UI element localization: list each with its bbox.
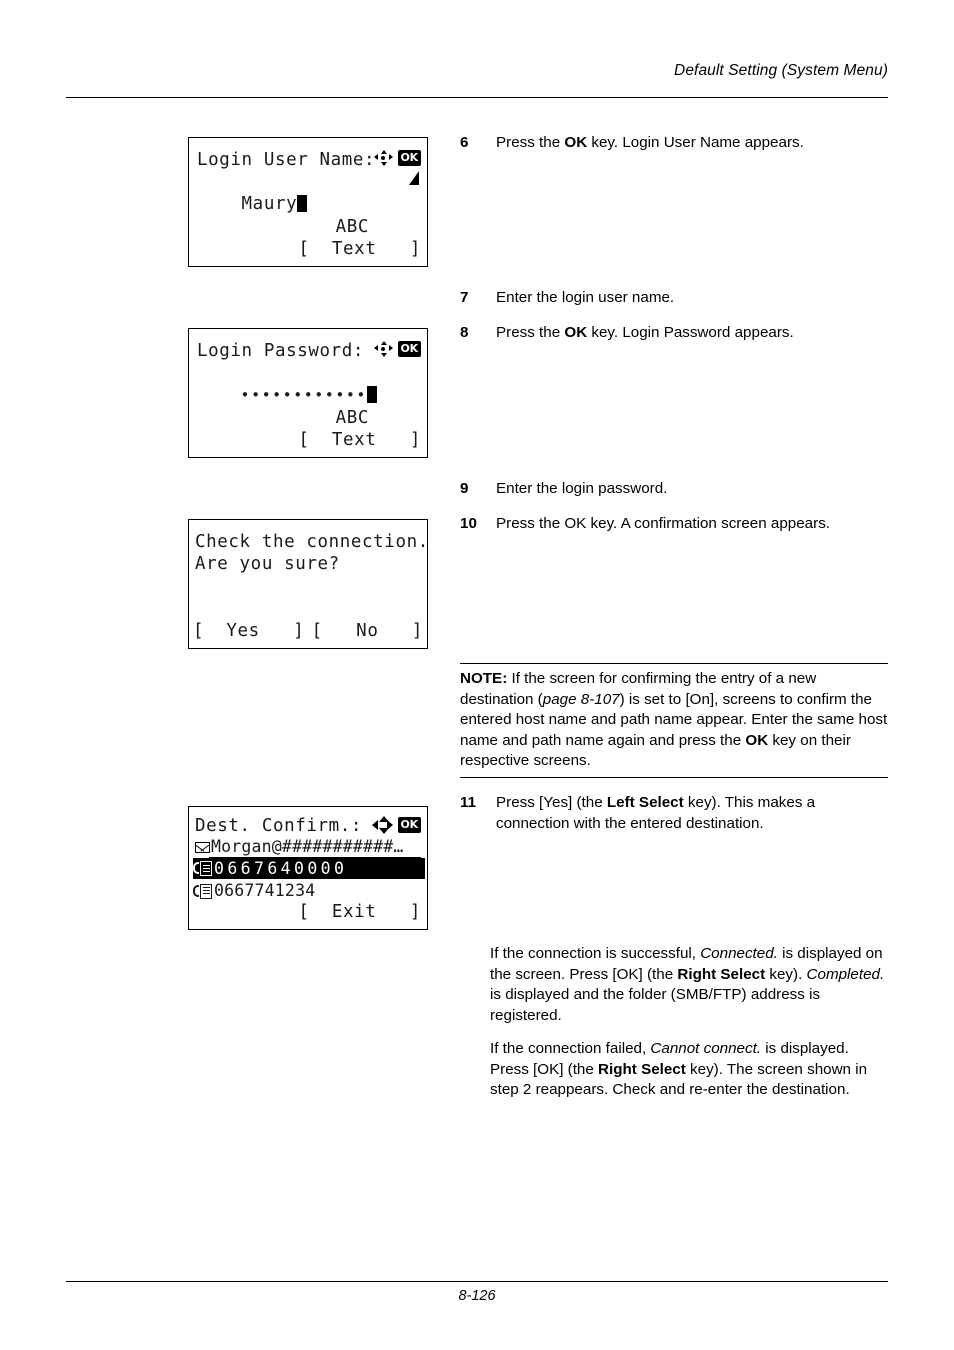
step-text: Press the OK key. Login User Name appear…	[496, 133, 888, 154]
lcd-login-password: Login Password: OK •••••••••••• ABC [ Te…	[188, 328, 428, 458]
note-label: NOTE:	[460, 670, 508, 687]
step-text-pre: Press the	[496, 324, 565, 341]
four-way-arrow-icon	[373, 341, 393, 357]
failure-cannot-connect-emphasis: Cannot connect.	[650, 1040, 762, 1057]
lcd2-status-icons: OK	[373, 341, 421, 357]
step-9: 9 Enter the login password.	[460, 479, 888, 500]
ok-key-icon: OK	[397, 817, 421, 833]
lcd1-user-name-value: Maury	[241, 194, 298, 214]
lcd3-message-line1: Check the connection.	[195, 532, 429, 552]
fax-icon	[193, 861, 213, 876]
failure-part1: If the connection failed,	[490, 1040, 651, 1057]
failure-right-select-key: Right Select	[598, 1060, 686, 1078]
dest-list-item-fax-selected[interactable]: 0667640000	[193, 858, 425, 879]
step-number: 8	[460, 324, 469, 341]
step-8: 8 Press the OK key. Login Password appea…	[460, 323, 888, 344]
ok-key-icon: OK	[397, 150, 421, 166]
lcd2-password-mask: ••••••••••••	[240, 386, 367, 404]
dest-list-item-fax[interactable]: 0667741234	[193, 880, 315, 902]
step-6: 6 Press the OK key. Login User Name appe…	[460, 133, 888, 154]
lcd1-status-icons: OK	[373, 150, 421, 166]
step-10: 10 Press the OK key. A confirmation scre…	[460, 514, 888, 535]
step-number: 6	[460, 134, 469, 151]
success-completed-emphasis: Completed.	[806, 965, 885, 983]
page-header: Default Setting (System Menu)	[66, 62, 888, 98]
step-text-pre: Press the	[496, 134, 565, 151]
step-text-bold: OK	[564, 134, 588, 151]
success-part1: If the connection is successful,	[490, 945, 701, 962]
four-way-arrow-icon	[371, 816, 393, 834]
lcd3-soft-key-no[interactable]: [ No ]	[312, 620, 423, 642]
step-11: 11 Press [Yes] (the Left Select key). Th…	[460, 793, 888, 834]
running-title: Default Setting (System Menu)	[674, 62, 888, 79]
lcd2-input-mode: ABC	[335, 408, 369, 428]
step-text: Press the OK key. Login Password appears…	[496, 323, 888, 344]
lcd-dest-confirm: Dest. Confirm.: OK Morgan@###########… 0…	[188, 806, 428, 930]
success-connected-emphasis: Connected.	[700, 945, 778, 962]
note-text: NOTE: If the screen for confirming the e…	[460, 664, 888, 777]
lcd3-soft-key-yes[interactable]: [ Yes ]	[193, 620, 304, 642]
step-text-bold: OK	[564, 324, 588, 341]
page-number: 8-126	[458, 1288, 496, 1304]
success-part3: key).	[765, 965, 807, 983]
text-cursor	[297, 195, 308, 212]
header-rule	[66, 97, 888, 98]
step-text-post: key. Login Password appears.	[587, 324, 794, 341]
dest-item-text: 0667640000	[214, 858, 348, 878]
step-text-pre: Press [Yes] (the	[496, 794, 607, 811]
dest-item-text: 0667741234	[214, 881, 316, 900]
paragraph-connection-failure: If the connection failed, Cannot connect…	[490, 1039, 888, 1101]
lcd2-soft-key-text[interactable]: [ Text ]	[299, 429, 422, 451]
note-page-reference: page 8-107	[542, 690, 620, 708]
lcd-login-user-name: Login User Name: OK Maury ABC [ Text ]	[188, 137, 428, 267]
step-text-bold: Left Select	[606, 794, 684, 811]
scroll-indicator-icon	[409, 171, 419, 185]
step-text: Enter the login password.	[496, 480, 668, 497]
footer-rule	[66, 1281, 888, 1282]
lcd1-input-mode: ABC	[335, 217, 369, 237]
dest-list-item-email[interactable]: Morgan@###########…	[195, 836, 404, 858]
lcd1-value-row: Maury	[197, 171, 308, 237]
lcd2-title: Login Password:	[197, 341, 365, 361]
lcd1-soft-key-text[interactable]: [ Text ]	[299, 238, 422, 260]
text-cursor	[366, 386, 377, 403]
step-text: Enter the login user name.	[496, 289, 675, 306]
success-right-select-key: Right Select	[677, 965, 766, 983]
note-ok-key: OK	[745, 731, 769, 749]
lcd4-soft-key-exit[interactable]: [ Exit ]	[299, 901, 422, 923]
step-number: 9	[460, 480, 469, 497]
paragraph-connection-success: If the connection is successful, Connect…	[490, 944, 888, 1026]
note-box: NOTE: If the screen for confirming the e…	[460, 663, 888, 778]
step-number: 11	[460, 794, 477, 811]
step-number: 7	[460, 289, 469, 306]
lcd-check-connection: Check the connection. Are you sure? [ Ye…	[188, 519, 428, 649]
step-text: Press [Yes] (the Left Select key). This …	[496, 793, 888, 834]
note-bottom-rule	[460, 776, 888, 778]
success-part4: is displayed and the folder (SMB/FTP) ad…	[490, 986, 821, 1024]
four-way-arrow-icon	[373, 150, 393, 166]
fax-icon	[193, 883, 213, 899]
lcd1-title: Login User Name:	[197, 150, 376, 170]
ok-key-icon: OK	[397, 341, 421, 357]
lcd4-title: Dest. Confirm.:	[195, 816, 363, 836]
lcd4-status-icons: OK	[371, 816, 421, 834]
email-icon	[195, 841, 210, 853]
step-text-post: key. Login User Name appears.	[587, 134, 804, 151]
lcd3-message-line2: Are you sure?	[195, 554, 340, 574]
dest-item-text: Morgan@###########…	[211, 837, 404, 856]
step-text: Press the OK key. A confirmation screen …	[496, 515, 831, 532]
step-number: 10	[460, 515, 477, 532]
step-7: 7 Enter the login user name.	[460, 288, 888, 309]
